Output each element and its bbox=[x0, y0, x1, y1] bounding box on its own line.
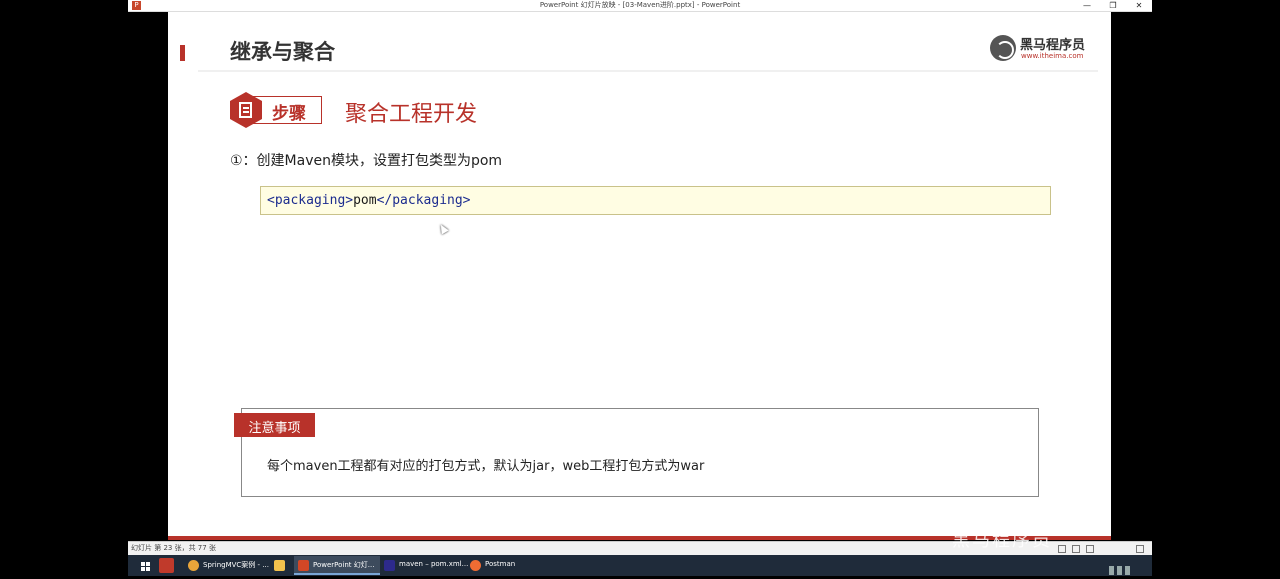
step-title: 聚合工程开发 bbox=[345, 102, 478, 127]
taskbar-app-intellij[interactable]: maven – pom.xml... bbox=[380, 556, 469, 575]
code-value: pom bbox=[353, 193, 377, 208]
minimize-button[interactable]: — bbox=[1074, 0, 1100, 11]
postman-icon bbox=[470, 560, 481, 571]
taskbar-app-label: maven – pom.xml... bbox=[399, 560, 469, 568]
code-line: <packaging>pom</packaging> bbox=[267, 193, 471, 208]
logo-url: www.itheima.com bbox=[1021, 52, 1084, 60]
taskbar: SpringMVC案例 - ... PowerPoint 幻灯... maven… bbox=[128, 555, 1152, 576]
slide: 继承与聚合 黑马程序员 www.itheima.com 步骤 聚合工程开发 ①：… bbox=[168, 12, 1111, 540]
system-tray[interactable] bbox=[1106, 560, 1146, 575]
header-divider bbox=[198, 70, 1098, 72]
slide-sorter-icon[interactable] bbox=[1072, 545, 1080, 553]
header-accent-bar bbox=[180, 45, 185, 61]
taskbar-app-label: SpringMVC案例 - ... bbox=[203, 561, 269, 569]
windows-icon bbox=[141, 562, 150, 571]
code-open-tag: <packaging> bbox=[267, 193, 354, 208]
logo-mark-icon bbox=[990, 35, 1016, 61]
step-item-text: ①：创建Maven模块，设置打包类型为pom bbox=[230, 153, 503, 169]
taskbar-app-postman[interactable]: Postman bbox=[466, 556, 552, 575]
logo-name: 黑马程序员 bbox=[1020, 38, 1086, 53]
slide-title: 继承与聚合 bbox=[230, 40, 335, 64]
taskbar-app-label: PowerPoint 幻灯... bbox=[313, 561, 375, 569]
slide-counter: 幻灯片 第 23 张，共 77 张 bbox=[131, 544, 216, 552]
pinned-app-icon[interactable] bbox=[159, 558, 174, 573]
taskbar-app-label: Postman bbox=[485, 560, 516, 568]
intellij-icon bbox=[384, 560, 395, 571]
chrome-icon bbox=[188, 560, 199, 571]
note-text: 每个maven工程都有对应的打包方式，默认为jar，web工程打包方式为war bbox=[267, 459, 705, 474]
reading-view-icon[interactable] bbox=[1086, 545, 1094, 553]
taskbar-app-powerpoint[interactable]: PowerPoint 幻灯... bbox=[294, 556, 380, 575]
note-label-badge: 注意事项 bbox=[234, 413, 315, 437]
taskbar-app-explorer[interactable] bbox=[270, 556, 294, 575]
powerpoint-icon bbox=[298, 560, 309, 571]
brand-logo: 黑马程序员 www.itheima.com bbox=[990, 34, 1090, 64]
fit-window-icon[interactable] bbox=[1136, 545, 1144, 553]
window-title: PowerPoint 幻灯片放映 - [03-Maven进阶.pptx] - P… bbox=[539, 1, 741, 9]
explorer-icon bbox=[274, 560, 285, 571]
note-box bbox=[241, 408, 1039, 497]
window-title-bar: P PowerPoint 幻灯片放映 - [03-Maven进阶.pptx] -… bbox=[128, 0, 1152, 12]
note-label: 注意事项 bbox=[248, 421, 301, 436]
taskbar-app-chrome[interactable]: SpringMVC案例 - ... bbox=[184, 556, 270, 575]
code-block: <packaging>pom</packaging> bbox=[260, 186, 1051, 215]
restore-button[interactable]: ❐ bbox=[1100, 0, 1126, 11]
normal-view-icon[interactable] bbox=[1058, 545, 1066, 553]
mouse-cursor-icon bbox=[437, 222, 449, 235]
step-label: 步骤 bbox=[272, 104, 306, 124]
code-close-tag: </packaging> bbox=[376, 193, 471, 208]
close-button[interactable]: ✕ bbox=[1126, 0, 1152, 11]
watermark: 黑马程序员 bbox=[952, 530, 1052, 551]
start-button[interactable] bbox=[131, 556, 150, 575]
